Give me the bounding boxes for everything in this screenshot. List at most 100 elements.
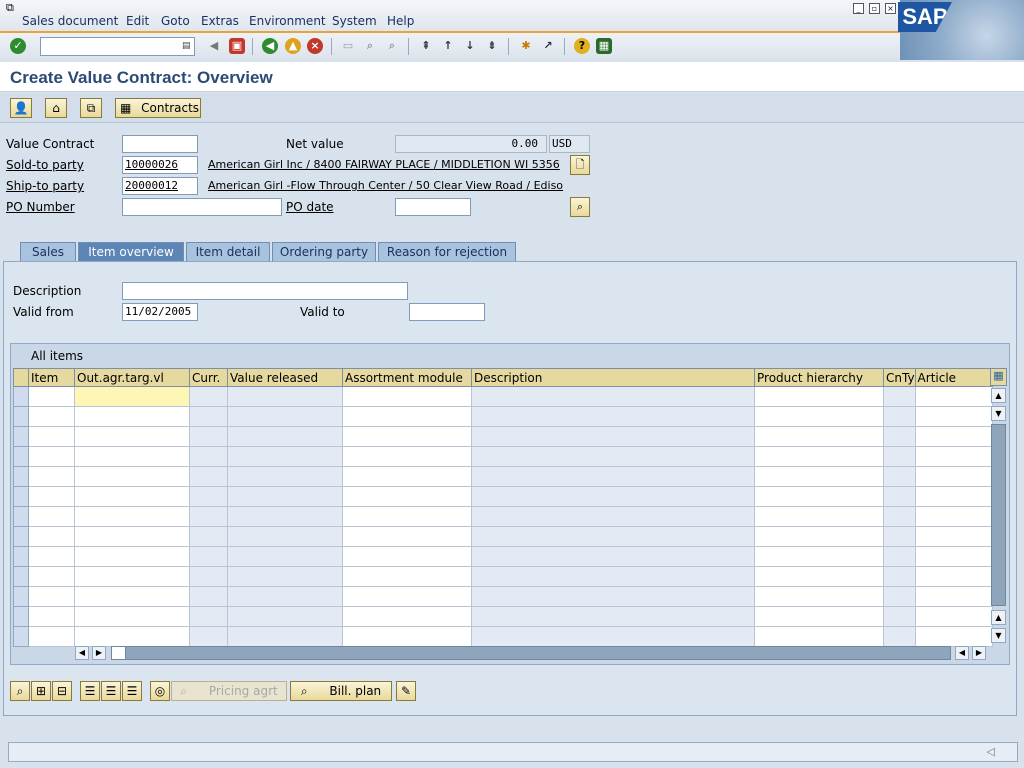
table-cell[interactable] (74, 506, 190, 527)
table-cell[interactable] (914, 406, 993, 427)
value-contract-field[interactable] (122, 135, 198, 153)
table-cell[interactable] (754, 546, 884, 567)
table-cell[interactable] (74, 626, 190, 647)
col-value-released[interactable]: Value released (227, 368, 343, 387)
table-cell[interactable] (883, 586, 916, 607)
table-cell[interactable] (914, 466, 993, 487)
table-cell[interactable] (227, 606, 343, 627)
table-cell[interactable] (754, 506, 884, 527)
table-cell[interactable] (28, 506, 75, 527)
table-cell[interactable] (342, 566, 472, 587)
menu-extras[interactable]: Extras (201, 14, 239, 28)
table-cell[interactable] (471, 566, 755, 587)
col-article[interactable]: Article (914, 368, 993, 387)
table-cell[interactable] (471, 426, 755, 447)
tab-sales[interactable]: Sales (20, 242, 76, 262)
cancel-icon[interactable]: × (307, 38, 323, 54)
table-cell[interactable] (471, 626, 755, 647)
table-cell[interactable] (883, 626, 916, 647)
scroll-left-end-icon[interactable]: ◀ (955, 646, 969, 660)
table-cell[interactable] (914, 486, 993, 507)
table-cell[interactable] (74, 606, 190, 627)
col-product-hierarchy[interactable]: Product hierarchy (754, 368, 884, 387)
back-arrow-icon[interactable]: ◀ (206, 38, 222, 54)
table-cell[interactable] (227, 446, 343, 467)
table-cell[interactable] (28, 546, 75, 567)
table-cell[interactable] (189, 566, 228, 587)
col-description[interactable]: Description (471, 368, 755, 387)
table-cell[interactable] (74, 426, 190, 447)
table-cell[interactable] (754, 406, 884, 427)
tab-reason-for-rejection[interactable]: Reason for rejection (378, 242, 516, 262)
table-cell[interactable] (227, 406, 343, 427)
table-cell[interactable] (754, 426, 884, 447)
table-cell[interactable] (883, 506, 916, 527)
shortcut-icon[interactable]: ↗ (540, 38, 556, 54)
table-cell[interactable] (754, 526, 884, 547)
table-cell[interactable] (342, 426, 472, 447)
table-cell[interactable] (883, 426, 916, 447)
vertical-scroll-thumb[interactable] (991, 424, 1006, 606)
menu-system[interactable]: System (332, 14, 377, 28)
layout-icon[interactable]: ▦ (596, 38, 612, 54)
table-cell[interactable] (342, 406, 472, 427)
row-selector[interactable] (13, 466, 29, 487)
next-page-icon[interactable]: ↓ (462, 38, 478, 54)
table-cell[interactable] (754, 486, 884, 507)
table-cell[interactable] (189, 586, 228, 607)
table-cell[interactable] (74, 386, 190, 407)
row-selector[interactable] (13, 626, 29, 647)
table-cell[interactable] (342, 486, 472, 507)
delete-row-button[interactable]: ⊟ (52, 681, 72, 701)
table-cell[interactable] (883, 546, 916, 567)
table-cell[interactable] (471, 586, 755, 607)
command-dropdown-icon[interactable]: ▤ (182, 41, 191, 51)
row-selector[interactable] (13, 406, 29, 427)
table-cell[interactable] (471, 606, 755, 627)
table-cell[interactable] (471, 446, 755, 467)
menu-sales-document[interactable]: Sales document (22, 14, 118, 28)
select-all-header[interactable] (13, 368, 29, 387)
header-button[interactable]: ⌂ (45, 98, 67, 118)
row-selector[interactable] (13, 566, 29, 587)
table-cell[interactable] (471, 526, 755, 547)
horizontal-scroll-thumb[interactable] (112, 647, 126, 659)
table-cell[interactable] (883, 466, 916, 487)
row-selector[interactable] (13, 546, 29, 567)
table-cell[interactable] (74, 546, 190, 567)
new-session-icon[interactable]: ✱ (518, 38, 534, 54)
table-cell[interactable] (28, 486, 75, 507)
scroll-up-icon[interactable]: ▲ (991, 388, 1006, 403)
row-selector[interactable] (13, 386, 29, 407)
table-cell[interactable] (883, 386, 916, 407)
table-cell[interactable] (28, 386, 75, 407)
table-cell[interactable] (471, 386, 755, 407)
menu-icon[interactable]: ⧉ (6, 1, 14, 15)
previous-page-icon[interactable]: ↑ (440, 38, 456, 54)
table-cell[interactable] (189, 406, 228, 427)
table-cell[interactable] (754, 566, 884, 587)
menu-goto[interactable]: Goto (161, 14, 190, 28)
deselect-all-button[interactable]: ☰ (122, 681, 142, 701)
table-cell[interactable] (754, 386, 884, 407)
table-cell[interactable] (227, 426, 343, 447)
scroll-right-end-icon[interactable]: ▶ (972, 646, 986, 660)
menu-edit[interactable]: Edit (126, 14, 149, 28)
ship-to-label[interactable]: Ship-to party (6, 179, 84, 193)
menu-help[interactable]: Help (387, 14, 414, 28)
po-date-label[interactable]: PO date (286, 200, 334, 214)
table-cell[interactable] (227, 546, 343, 567)
save-icon[interactable]: ▣ (229, 38, 245, 54)
table-cell[interactable] (189, 626, 228, 647)
table-cell[interactable] (914, 446, 993, 467)
table-cell[interactable] (227, 386, 343, 407)
table-cell[interactable] (883, 406, 916, 427)
table-cell[interactable] (914, 506, 993, 527)
table-cell[interactable] (883, 446, 916, 467)
tab-ordering-party[interactable]: Ordering party (272, 242, 376, 262)
scroll-down-icon[interactable]: ▼ (991, 406, 1006, 421)
table-cell[interactable] (28, 526, 75, 547)
table-cell[interactable] (342, 386, 472, 407)
table-cell[interactable] (74, 566, 190, 587)
status-triangle-icon[interactable]: ◁ (987, 745, 995, 758)
